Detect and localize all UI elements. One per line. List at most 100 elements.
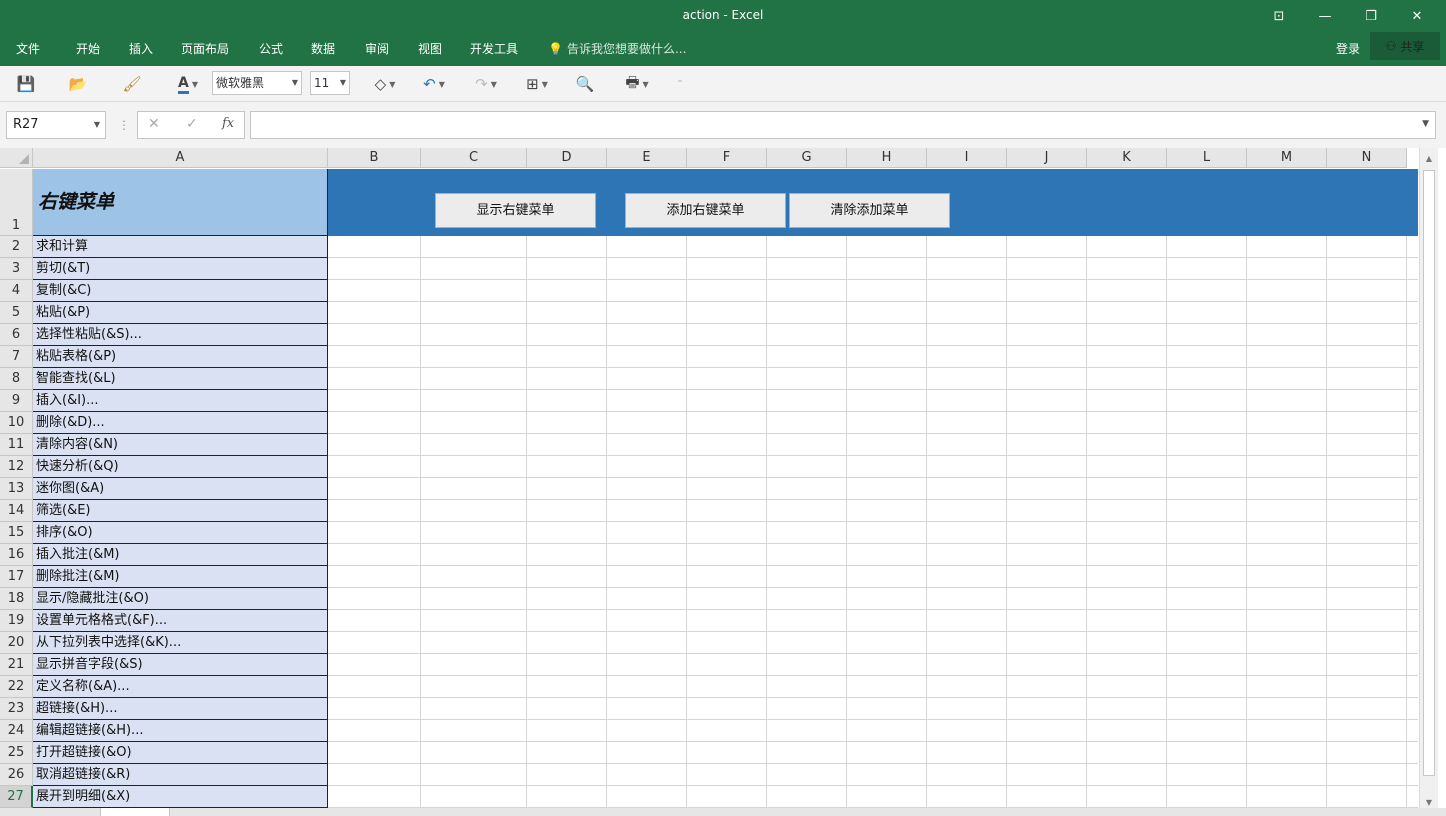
tab-data[interactable]: 数据: [311, 38, 335, 60]
enter-icon[interactable]: ✓: [186, 116, 198, 132]
sheet-tab[interactable]: [100, 808, 170, 816]
cell-a2[interactable]: 求和计算: [33, 236, 328, 258]
cell-a18[interactable]: 显示/隐藏批注(&O): [33, 588, 328, 610]
redo-icon[interactable]: ↷ ▼: [470, 73, 502, 95]
row-header-15[interactable]: 15: [0, 522, 33, 544]
tab-page-layout[interactable]: 页面布局: [181, 38, 229, 60]
tab-file[interactable]: 文件: [16, 38, 40, 60]
format-painter-icon[interactable]: 🖌: [122, 73, 142, 95]
tab-home[interactable]: 开始: [76, 38, 100, 60]
column-header-f[interactable]: F: [687, 148, 767, 168]
print-preview-icon[interactable]: 🔍: [575, 73, 595, 95]
cell-a26[interactable]: 取消超链接(&R): [33, 764, 328, 786]
row-header-9[interactable]: 9: [0, 390, 33, 412]
tab-view[interactable]: 视图: [418, 38, 442, 60]
column-header-m[interactable]: M: [1247, 148, 1327, 168]
row-header-14[interactable]: 14: [0, 500, 33, 522]
open-folder-icon[interactable]: 📂: [68, 73, 88, 95]
tab-developer[interactable]: 开发工具: [470, 38, 518, 60]
tab-formulas[interactable]: 公式: [259, 38, 283, 60]
chevron-down-icon[interactable]: ▼: [1422, 119, 1429, 129]
column-header-n[interactable]: N: [1327, 148, 1407, 168]
cancel-icon[interactable]: ✕: [148, 116, 160, 132]
row-header-10[interactable]: 10: [0, 412, 33, 434]
cell-a8[interactable]: 智能查找(&L): [33, 368, 328, 390]
cell-a13[interactable]: 迷你图(&A): [33, 478, 328, 500]
cell-a20[interactable]: 从下拉列表中选择(&K)...: [33, 632, 328, 654]
column-header-b[interactable]: B: [328, 148, 421, 168]
column-header-g[interactable]: G: [767, 148, 847, 168]
scroll-thumb[interactable]: [1423, 170, 1435, 776]
insert-function-button[interactable]: fx: [222, 116, 234, 131]
save-icon[interactable]: 💾: [16, 73, 36, 95]
cell-a12[interactable]: 快速分析(&Q): [33, 456, 328, 478]
column-header-j[interactable]: J: [1007, 148, 1087, 168]
cell-a1-header[interactable]: 右键菜单: [33, 169, 328, 236]
cell-a11[interactable]: 清除内容(&N): [33, 434, 328, 456]
close-icon[interactable]: ✕: [1394, 0, 1440, 32]
cell-a16[interactable]: 插入批注(&M): [33, 544, 328, 566]
column-header-k[interactable]: K: [1087, 148, 1167, 168]
undo-icon[interactable]: ↶ ▼: [418, 73, 450, 95]
cell-a25[interactable]: 打开超链接(&O): [33, 742, 328, 764]
cell-a24[interactable]: 编辑超链接(&H)...: [33, 720, 328, 742]
row-header-24[interactable]: 24: [0, 720, 33, 742]
cell-a10[interactable]: 删除(&D)...: [33, 412, 328, 434]
row-header-25[interactable]: 25: [0, 742, 33, 764]
scroll-up-icon[interactable]: ▲: [1420, 150, 1438, 168]
column-header-e[interactable]: E: [607, 148, 687, 168]
cell-a27[interactable]: 展开到明细(&X): [33, 786, 328, 808]
row-header-12[interactable]: 12: [0, 456, 33, 478]
row-header-2[interactable]: 2: [0, 236, 33, 258]
name-box[interactable]: R27 ▼: [6, 111, 106, 139]
cell-a7[interactable]: 粘贴表格(&P): [33, 346, 328, 368]
row-header-5[interactable]: 5: [0, 302, 33, 324]
row-header-18[interactable]: 18: [0, 588, 33, 610]
minimize-icon[interactable]: —: [1302, 0, 1348, 32]
cell-a4[interactable]: 复制(&C): [33, 280, 328, 302]
row-header-13[interactable]: 13: [0, 478, 33, 500]
column-header-h[interactable]: H: [847, 148, 927, 168]
row-header-6[interactable]: 6: [0, 324, 33, 346]
row-header-11[interactable]: 11: [0, 434, 33, 456]
login-link[interactable]: 登录: [1336, 38, 1360, 60]
column-header-i[interactable]: I: [927, 148, 1007, 168]
column-header-d[interactable]: D: [527, 148, 607, 168]
row-header-4[interactable]: 4: [0, 280, 33, 302]
row-header-23[interactable]: 23: [0, 698, 33, 720]
restore-icon[interactable]: ❐: [1348, 0, 1394, 32]
row-header-26[interactable]: 26: [0, 764, 33, 786]
clear-added-menu-button[interactable]: 清除添加菜单: [789, 193, 950, 228]
cell-a21[interactable]: 显示拼音字段(&S): [33, 654, 328, 676]
select-all-corner[interactable]: [0, 148, 33, 168]
cell-a5[interactable]: 粘贴(&P): [33, 302, 328, 324]
row-header-7[interactable]: 7: [0, 346, 33, 368]
row-header-20[interactable]: 20: [0, 632, 33, 654]
cell-a9[interactable]: 插入(&I)...: [33, 390, 328, 412]
show-context-menu-button[interactable]: 显示右键菜单: [435, 193, 596, 228]
formula-input[interactable]: ▼: [250, 111, 1436, 139]
cell-a6[interactable]: 选择性粘贴(&S)...: [33, 324, 328, 346]
column-header-c[interactable]: C: [421, 148, 527, 168]
cell-a3[interactable]: 剪切(&T): [33, 258, 328, 280]
font-name-select[interactable]: 微软雅黑 ▼: [212, 71, 302, 95]
cell-a15[interactable]: 排序(&O): [33, 522, 328, 544]
cell-a19[interactable]: 设置单元格格式(&F)...: [33, 610, 328, 632]
cell-a22[interactable]: 定义名称(&A)...: [33, 676, 328, 698]
column-header-l[interactable]: L: [1167, 148, 1247, 168]
row-header-8[interactable]: 8: [0, 368, 33, 390]
column-header-a[interactable]: A: [33, 148, 328, 168]
row-header-16[interactable]: 16: [0, 544, 33, 566]
tab-review[interactable]: 审阅: [365, 38, 389, 60]
borders-icon[interactable]: ⊞ ▼: [520, 73, 554, 95]
share-button[interactable]: ⚇ 共享: [1370, 32, 1440, 60]
worksheet-grid[interactable]: ABCDEFGHIJKLMN 右键菜单 1 2 求和计算 3 剪切(&T) 4 复制(&C)…: [0, 148, 1446, 816]
row-header-19[interactable]: 19: [0, 610, 33, 632]
row-header-22[interactable]: 22: [0, 676, 33, 698]
row-header-17[interactable]: 17: [0, 566, 33, 588]
tell-me-box[interactable]: 💡 告诉我您想要做什么...: [548, 38, 686, 60]
row-header-27[interactable]: 27: [0, 786, 33, 808]
cell-a23[interactable]: 超链接(&H)...: [33, 698, 328, 720]
cell-a17[interactable]: 删除批注(&M): [33, 566, 328, 588]
vertical-scrollbar[interactable]: ▲ ▼: [1419, 148, 1438, 816]
